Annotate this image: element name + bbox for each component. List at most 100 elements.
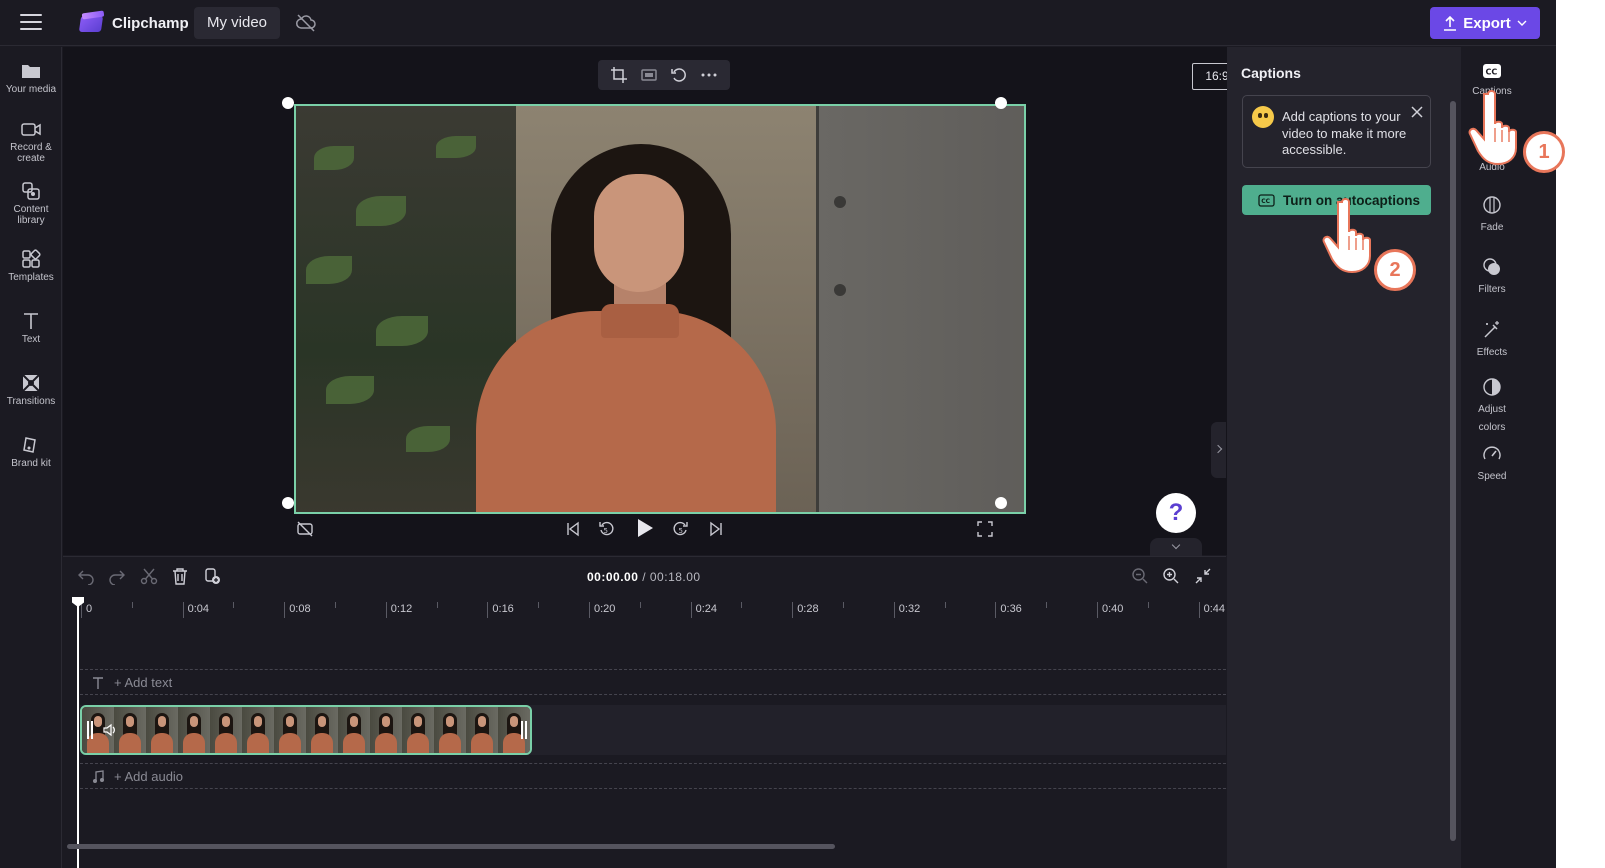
rail-item-label: Effects: [1476, 347, 1508, 358]
captions-panel: Captions Add captions to your video to m…: [1227, 47, 1461, 868]
duplicate-icon[interactable]: [203, 567, 221, 585]
sidebar-item-your-media[interactable]: Your media: [0, 61, 62, 95]
captions-off-icon[interactable]: [296, 520, 314, 538]
video-background: [834, 284, 846, 296]
ruler-label: 0:44: [1198, 602, 1225, 618]
undo-icon[interactable]: [77, 567, 95, 585]
add-text-button[interactable]: + Add text: [92, 675, 172, 690]
sidebar-item-label: Transitions: [6, 396, 56, 407]
forward-5-icon[interactable]: 5: [672, 520, 690, 538]
redo-icon[interactable]: [108, 567, 126, 585]
sidebar-item-transitions[interactable]: Transitions: [0, 373, 62, 407]
clip-thumbnail: [402, 707, 434, 753]
sidebar-item-text[interactable]: Text: [0, 311, 62, 345]
ruler-tick: [741, 602, 743, 608]
play-icon[interactable]: [635, 517, 655, 539]
add-audio-button[interactable]: + Add audio: [92, 769, 183, 784]
collapse-right-panel-button[interactable]: [1211, 422, 1226, 478]
rail-item-speed[interactable]: Speed: [1461, 444, 1523, 484]
transitions-icon: [22, 374, 40, 392]
sidebar-item-brand-kit[interactable]: Brand kit: [0, 435, 62, 469]
ruler-label: 0:36: [995, 602, 1022, 618]
step-badge: 2: [1374, 249, 1416, 291]
text-icon: [93, 676, 103, 689]
resize-handle[interactable]: [995, 497, 1007, 509]
crop-icon[interactable]: [610, 66, 628, 84]
text-track[interactable]: + Add text: [80, 669, 1226, 695]
ruler-label: 0: [81, 602, 92, 618]
skip-back-icon[interactable]: [564, 520, 582, 538]
speaker-icon[interactable]: [102, 723, 116, 737]
rewind-5-icon[interactable]: 5: [597, 520, 615, 538]
sidebar-item-content-library[interactable]: Content library: [0, 181, 62, 226]
svg-text:CC: CC: [1486, 68, 1498, 77]
fullscreen-icon[interactable]: [976, 520, 994, 538]
video-background: [326, 376, 374, 404]
more-icon[interactable]: [700, 66, 718, 84]
audio-track[interactable]: + Add audio: [80, 763, 1226, 789]
video-clip[interactable]: [80, 705, 532, 755]
filters-icon: [1483, 258, 1500, 275]
ruler-label: 0:24: [690, 602, 717, 618]
panel-title: Captions: [1241, 65, 1301, 81]
delete-icon[interactable]: [171, 567, 189, 585]
ruler-label: 0:32: [893, 602, 920, 618]
video-background: [816, 106, 1024, 512]
preview-toolbar: [598, 60, 730, 90]
clip-trim-handle-left[interactable]: [86, 721, 94, 739]
rotate-icon[interactable]: [670, 66, 688, 84]
ruler-tick: [944, 602, 946, 608]
video-background: [406, 426, 450, 452]
folder-icon: [22, 65, 40, 78]
library-icon: [22, 182, 40, 200]
panel-scrollbar[interactable]: [1450, 101, 1456, 841]
split-icon[interactable]: [140, 567, 158, 585]
export-button[interactable]: Export: [1430, 7, 1540, 39]
rail-item-filters[interactable]: Filters: [1461, 257, 1523, 297]
ruler-tick: [233, 602, 235, 608]
help-button[interactable]: ?: [1156, 493, 1196, 533]
resize-handle[interactable]: [995, 97, 1007, 109]
sidebar-item-templates[interactable]: Templates: [0, 249, 62, 283]
rail-item-fade[interactable]: Fade: [1461, 195, 1523, 235]
video-background: [436, 136, 476, 158]
clip-thumbnail: [146, 707, 178, 753]
time-display: 00:00.00 / 00:18.00: [587, 570, 701, 584]
video-preview[interactable]: [294, 104, 1026, 514]
sidebar-item-label: Your media: [5, 84, 57, 95]
zoom-in-icon[interactable]: [1162, 567, 1180, 585]
playhead[interactable]: [77, 597, 79, 868]
video-subject: [601, 304, 679, 338]
timeline-scrollbar[interactable]: [67, 844, 835, 849]
menu-icon[interactable]: [20, 14, 42, 32]
ruler-tick: [843, 602, 844, 608]
rail-item-label: Filters: [1478, 284, 1506, 295]
timeline-ruler[interactable]: 0 0:04 0:08 0:12 0:16 0:20 0:24 0:28 0:32 0:36 0:4…: [63, 599, 1226, 621]
collapse-help-button[interactable]: [1150, 538, 1202, 556]
rail-item-effects[interactable]: Effects: [1461, 320, 1523, 360]
video-background: [314, 146, 354, 170]
fit-timeline-icon[interactable]: [1194, 567, 1212, 585]
ruler-label: 0:28: [792, 602, 819, 618]
fit-icon[interactable]: [640, 66, 658, 84]
project-name-field[interactable]: My video: [194, 7, 280, 39]
clipchamp-logo: [78, 10, 105, 34]
ruler-label: 0:12: [385, 602, 412, 618]
rail-item-label: Adjust colors: [1478, 404, 1506, 433]
emoji-icon: [1252, 106, 1274, 128]
rail-item-adjust-colors[interactable]: Adjust colors: [1461, 377, 1523, 435]
resize-handle[interactable]: [282, 497, 294, 509]
skip-forward-icon[interactable]: [707, 520, 725, 538]
cloud-off-icon[interactable]: [295, 13, 317, 33]
ruler-label: 0:16: [487, 602, 514, 618]
video-background: [306, 256, 352, 284]
ruler-label: 0:08: [284, 602, 311, 618]
resize-handle[interactable]: [282, 97, 294, 109]
close-icon[interactable]: [1410, 105, 1424, 119]
sidebar-item-record-create[interactable]: Record & create: [0, 119, 62, 164]
info-message: Add captions to your video to make it mo…: [1282, 109, 1407, 157]
sidebar-item-label: Record & create: [10, 142, 52, 164]
clip-trim-handle-right[interactable]: [520, 721, 528, 739]
zoom-out-icon[interactable]: [1131, 567, 1149, 585]
ruler-label: 0:20: [589, 602, 615, 618]
